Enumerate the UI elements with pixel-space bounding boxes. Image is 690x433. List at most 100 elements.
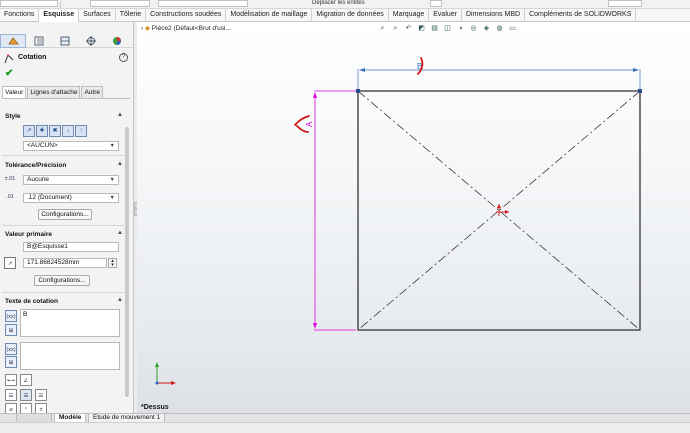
degree-icon[interactable]: °: [20, 403, 32, 413]
command-manager-tabs: Fonctions Esquisse Surfaces Tôlerie Construc…: [0, 9, 690, 22]
command-tab-10[interactable]: Compléments de SOLIDWORKS: [525, 9, 637, 22]
align-left-icon[interactable]: ☰: [5, 389, 17, 401]
command-tab-1[interactable]: Esquisse: [39, 9, 80, 22]
help-icon[interactable]: ?: [119, 53, 128, 62]
configuration-tab[interactable]: [52, 34, 78, 48]
zoom-to-fit-icon[interactable]: ⌕: [376, 24, 389, 34]
section-view-icon[interactable]: ◩: [415, 24, 428, 34]
corner-point[interactable]: [356, 89, 360, 93]
move-entities-label[interactable]: Déplacer les entités: [312, 0, 365, 6]
lower-value-token-icon[interactable]: (xx): [5, 343, 17, 355]
property-manager: Cotation ? ✔ Valeur Lignes d'attache Autre…: [0, 22, 134, 413]
zoom-area-icon[interactable]: ⌕: [389, 24, 402, 34]
scenes-icon[interactable]: ◍: [493, 24, 506, 34]
command-tab-8[interactable]: Evaluer: [429, 9, 462, 22]
lower-text-insert-icon[interactable]: ⊞: [5, 356, 17, 368]
section-divider: [2, 155, 124, 156]
panel-tab-icons: [0, 34, 133, 48]
style-heading: Style: [5, 113, 21, 120]
add-style-icon[interactable]: ✚: [36, 125, 48, 137]
tolerance-configurations-button[interactable]: Configurations...: [38, 209, 92, 220]
toolbar-dropdown[interactable]: [158, 0, 248, 7]
display-style-icon[interactable]: ◑: [454, 24, 467, 34]
command-tab-0[interactable]: Fonctions: [0, 9, 40, 22]
dimension-text-heading: Texte de cotation: [5, 298, 58, 305]
dimension-text-lower[interactable]: [20, 342, 120, 370]
dimension-arrow: [359, 68, 365, 72]
primary-value-heading: Valeur primaire: [5, 231, 52, 238]
style-dropdown[interactable]: <AUCUN> ▼: [23, 141, 119, 151]
feature-tree-flyout[interactable]: › ◆ Pièce2 (Défaut<Brut d'usi...: [141, 24, 231, 32]
hide-show-icon[interactable]: ◎: [467, 24, 480, 34]
precision-icon: .01: [6, 194, 14, 200]
dimension-text-upper[interactable]: B: [20, 309, 120, 337]
command-tab-4[interactable]: Constructions soudées: [146, 9, 227, 22]
precision-value: .12 (Document): [27, 194, 72, 201]
panel-title: Cotation: [18, 54, 47, 61]
dimension-arrow: [313, 323, 317, 329]
toolbar-arrow-button[interactable]: [430, 0, 442, 7]
edit-appearance-icon[interactable]: ◈: [480, 24, 493, 34]
dimxpert-tab[interactable]: [78, 34, 104, 48]
command-tab-2[interactable]: Surfaces: [79, 9, 116, 22]
expand-arrow-icon[interactable]: ›: [141, 25, 143, 32]
tolerance-collapse-icon[interactable]: ▲: [117, 161, 123, 167]
dimension-label-a[interactable]: A: [305, 121, 314, 127]
panel-sub-tabs: Valeur Lignes d'attache Autre: [2, 86, 104, 98]
plus-minus-icon[interactable]: ±: [35, 403, 47, 413]
command-tab-5[interactable]: Modélisation de maillage: [226, 9, 313, 22]
display-manager-tab[interactable]: [104, 34, 130, 48]
sub-tab-2[interactable]: Autre: [81, 86, 103, 98]
panel-scrollbar[interactable]: [125, 127, 129, 397]
property-list-icon: [34, 36, 44, 46]
graphics-area[interactable]: B A: [137, 22, 690, 413]
sub-tab-divider: [2, 98, 130, 99]
toolbar-icons[interactable]: [90, 0, 150, 7]
dynamic-annotation-icon[interactable]: ▤: [428, 24, 441, 34]
style-collapse-icon[interactable]: ▲: [117, 112, 123, 118]
tolerance-dropdown[interactable]: Aucune ▼: [23, 175, 119, 185]
property-manager-tab[interactable]: [0, 34, 26, 48]
align-right-icon[interactable]: ☰: [35, 389, 47, 401]
save-style-icon[interactable]: ↓: [62, 125, 74, 137]
dimension-name-field[interactable]: B@Esquisse1: [23, 242, 119, 252]
text-insert-icon[interactable]: ⊞: [5, 324, 17, 336]
command-tab-3[interactable]: Tôlerie: [116, 9, 147, 22]
part-name[interactable]: Pièce2 (Défaut<Brut d'usi...: [152, 25, 231, 32]
tolerance-value: Aucune: [27, 176, 50, 183]
symbol-icon[interactable]: ⌀: [5, 403, 17, 413]
dimension-style-icon[interactable]: ⟷: [5, 374, 17, 386]
angle-style-icon[interactable]: ∠: [20, 374, 32, 386]
toolbar-field-left[interactable]: [0, 0, 58, 7]
toolbar-search-box[interactable]: [608, 0, 642, 7]
crosshair-icon: [86, 36, 96, 46]
previous-view-icon[interactable]: ↶: [402, 24, 415, 34]
align-center-icon[interactable]: ☰: [20, 389, 32, 401]
chevron-down-icon: ▼: [109, 177, 115, 183]
primary-configurations-button[interactable]: Configurations...: [34, 275, 90, 286]
command-tab-9[interactable]: Dimensions MBD: [462, 9, 526, 22]
value-spinner[interactable]: ▴ ▾: [108, 258, 117, 268]
dimension-text-collapse-icon[interactable]: ▲: [117, 297, 123, 303]
dimension-arrow-icon[interactable]: ↗: [4, 257, 16, 269]
view-orientation-icon[interactable]: ◫: [441, 24, 454, 34]
primary-value-collapse-icon[interactable]: ▲: [117, 230, 123, 236]
precision-dropdown[interactable]: .12 (Document) ▼: [23, 193, 119, 203]
apply-style-icon[interactable]: ↗: [23, 125, 35, 137]
dimension-icon: [7, 37, 19, 45]
sketch-canvas[interactable]: B A: [137, 22, 690, 413]
delete-style-icon[interactable]: ✖: [49, 125, 61, 137]
view-orientation-label: *Dessus: [141, 404, 169, 411]
ok-checkmark-icon[interactable]: ✔: [5, 68, 13, 79]
corner-point[interactable]: [638, 89, 642, 93]
view-settings-icon[interactable]: ▭: [506, 24, 519, 34]
command-tab-7[interactable]: Marquage: [389, 9, 430, 22]
chevron-down-icon: ▼: [109, 143, 115, 149]
dimension-value-token-icon[interactable]: (xx): [5, 310, 17, 322]
sub-tab-1[interactable]: Lignes d'attache: [27, 86, 81, 98]
feature-tree-tab[interactable]: [26, 34, 52, 48]
sub-tab-0[interactable]: Valeur: [2, 86, 27, 98]
load-style-icon[interactable]: ↑: [75, 125, 87, 137]
dimension-value-field[interactable]: 171.86824528mm: [23, 258, 107, 268]
command-tab-6[interactable]: Migration de données: [312, 9, 389, 22]
